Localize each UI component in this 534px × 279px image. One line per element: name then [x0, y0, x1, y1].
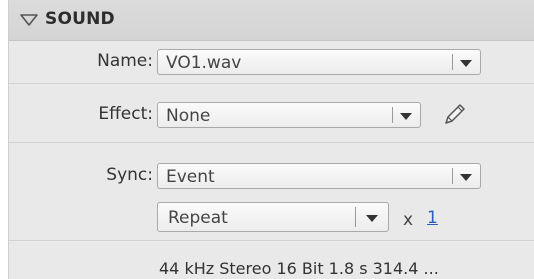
sync-row: Sync: Event Repeat x 1 [9, 143, 534, 241]
name-row: Name: VO1.wav [9, 41, 534, 84]
sound-properties-panel: SOUND Name: VO1.wav Effect: None Sync: E… [8, 0, 534, 279]
name-value: VO1.wav [166, 53, 242, 73]
repeat-value: Repeat [168, 208, 228, 228]
dropdown-separator [355, 207, 356, 227]
name-label: Name: [97, 51, 153, 71]
repeat-count-link[interactable]: 1 [427, 208, 438, 228]
chevron-down-icon [400, 113, 412, 120]
name-dropdown[interactable]: VO1.wav [157, 49, 481, 75]
times-symbol: x [403, 210, 414, 230]
effect-value: None [166, 106, 211, 126]
sound-section-header[interactable]: SOUND [9, 0, 534, 41]
chevron-down-icon [366, 215, 378, 222]
dropdown-separator [392, 107, 393, 123]
sync-dropdown[interactable]: Event [157, 163, 481, 189]
sound-info-text: 44 kHz Stereo 16 Bit 1.8 s 314.4 ... [159, 259, 439, 278]
collapse-triangle-icon[interactable] [19, 12, 39, 28]
effect-label: Effect: [98, 104, 153, 124]
sync-label: Sync: [106, 165, 153, 185]
dropdown-separator [452, 168, 453, 184]
chevron-down-icon [460, 174, 472, 181]
pencil-icon[interactable] [441, 102, 467, 128]
sync-value: Event [166, 167, 215, 187]
chevron-down-icon [460, 60, 472, 67]
effect-row: Effect: None [9, 84, 534, 143]
repeat-dropdown[interactable]: Repeat [157, 202, 389, 232]
effect-dropdown[interactable]: None [157, 102, 421, 128]
section-title: SOUND [45, 9, 115, 29]
dropdown-separator [452, 54, 453, 70]
